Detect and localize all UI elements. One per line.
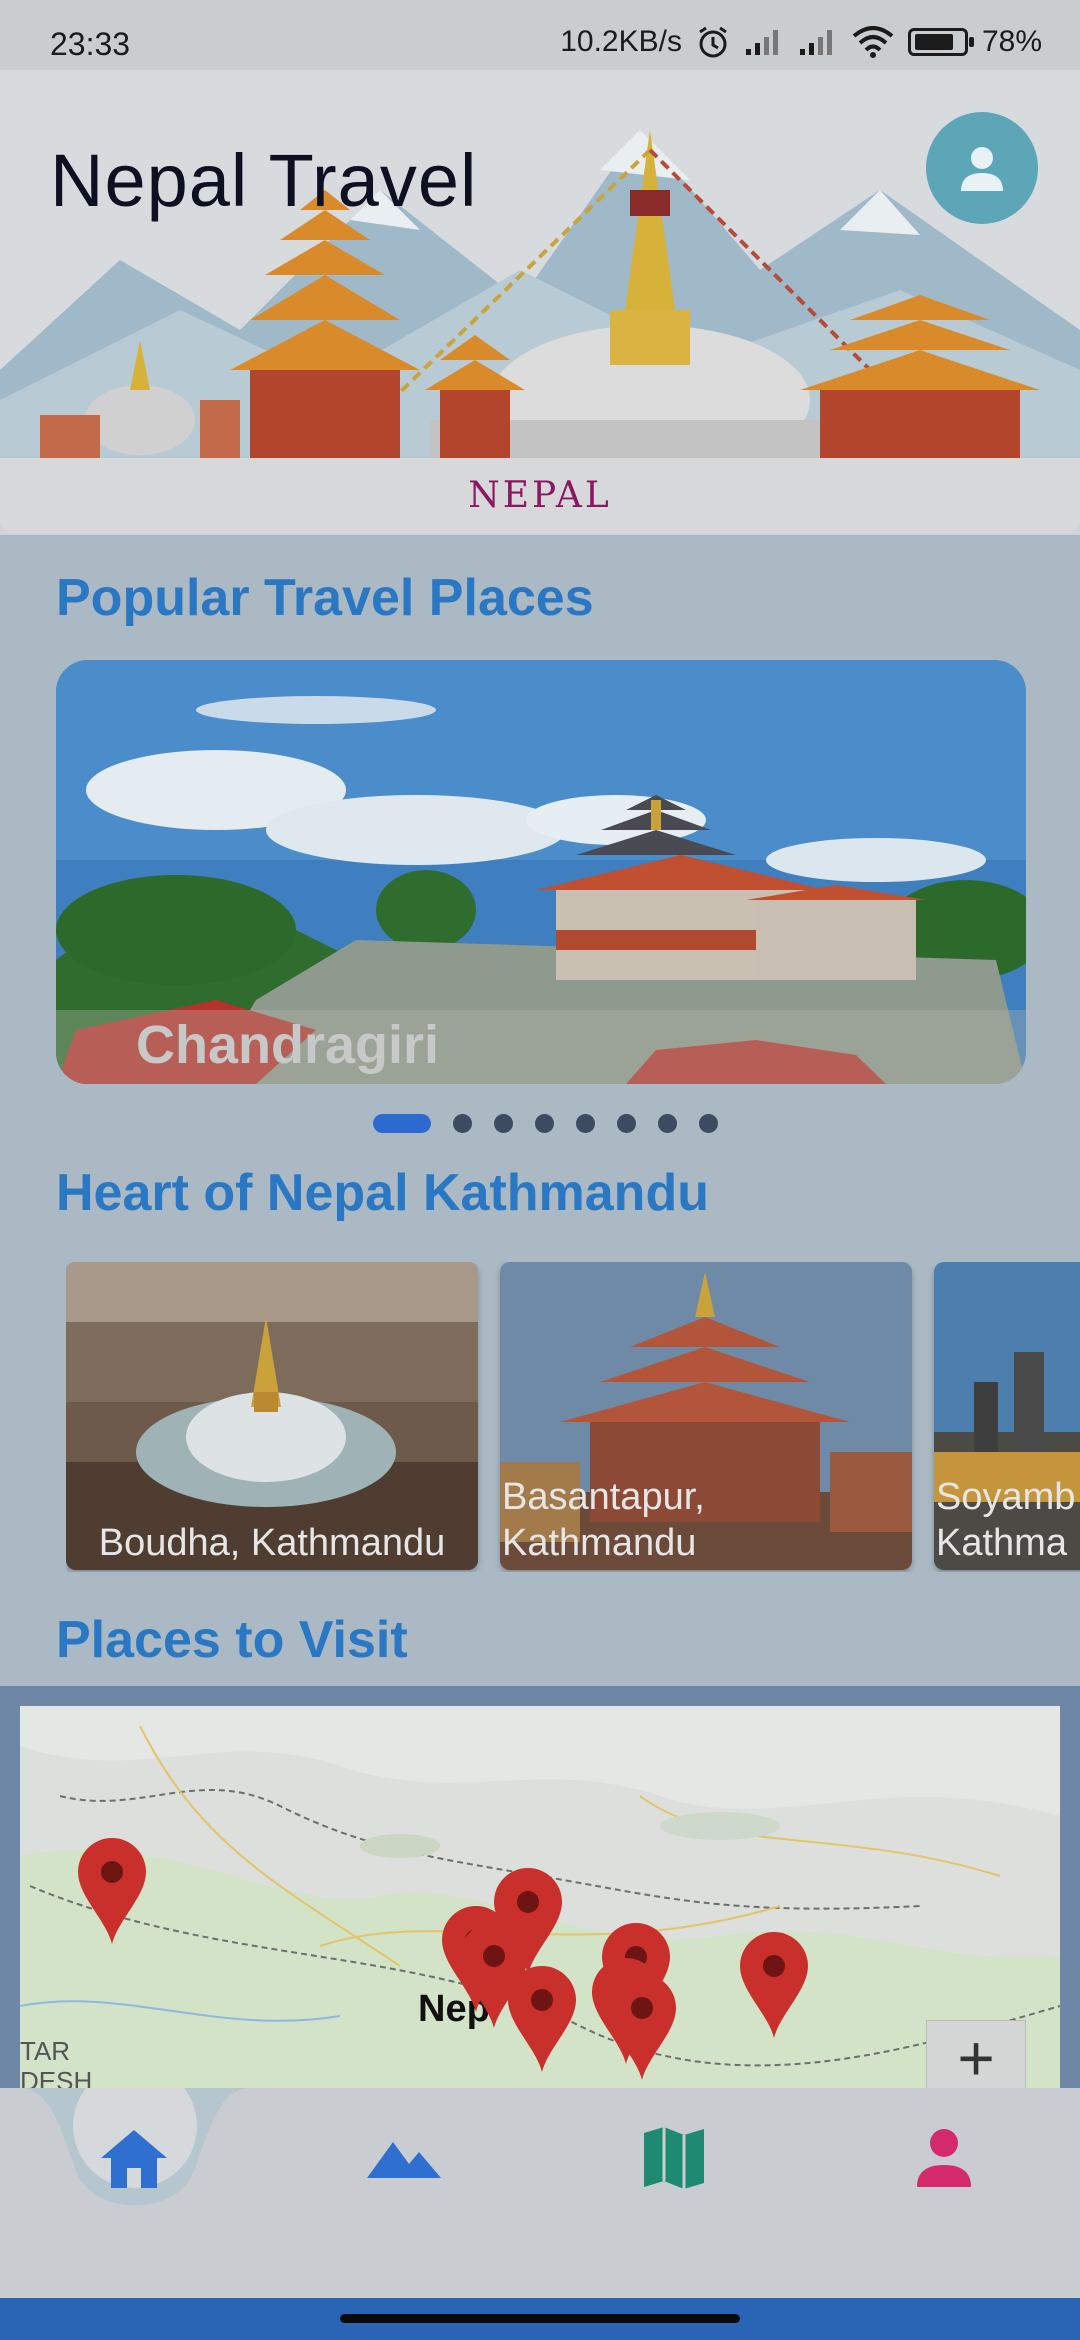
nav-map[interactable]	[604, 2088, 744, 2228]
place-card-label: Soyamb Kathma	[936, 1476, 1076, 1564]
signal-icon	[745, 30, 778, 55]
map-pin-icon[interactable]	[738, 1930, 810, 2040]
places-map[interactable]: Nep TAR DESH +	[20, 1706, 1060, 2096]
bottom-navigation	[0, 2088, 1080, 2298]
person-icon	[961, 147, 1003, 191]
nav-home[interactable]	[64, 2088, 204, 2228]
places-section-title: Places to Visit	[56, 1611, 408, 1669]
person-icon	[917, 2129, 971, 2187]
carousel-dot[interactable]	[616, 1113, 636, 1133]
carousel-dot[interactable]	[657, 1113, 677, 1133]
status-bar: 23:33 10.2KB/s 78%	[0, 0, 1080, 70]
kathmandu-section-title: Heart of Nepal Kathmandu	[56, 1164, 709, 1222]
popular-section-title: Popular Travel Places	[56, 569, 594, 627]
map-icon	[644, 2127, 704, 2189]
carousel-dot[interactable]	[493, 1113, 513, 1133]
map-pin-icon[interactable]	[606, 1972, 678, 2082]
map-region-label-1: TAR	[20, 2036, 71, 2066]
profile-button[interactable]	[926, 112, 1038, 224]
nepal-label-strip: NEPAL	[0, 458, 1080, 534]
map-zoom-in-button[interactable]: +	[926, 2020, 1026, 2096]
home-icon	[101, 2130, 167, 2188]
carousel-dot-active[interactable]	[372, 1113, 431, 1133]
system-gesture-bar	[0, 2298, 1080, 2340]
alarm-icon	[699, 26, 727, 58]
battery-percent: 78%	[981, 25, 1042, 58]
mountain-icon	[367, 2142, 441, 2178]
carousel-dot[interactable]	[698, 1113, 718, 1133]
place-card-label: Boudha, Kathmandu	[98, 1522, 446, 1564]
nepal-banner-illustration	[0, 70, 1080, 460]
nav-places[interactable]	[334, 2088, 474, 2228]
status-time: 23:33	[50, 26, 131, 62]
signal-icon-2	[799, 30, 832, 55]
carousel-dot[interactable]	[452, 1113, 472, 1133]
app-header: Nepal Travel NEPAL	[0, 70, 1080, 535]
network-speed: 10.2KB/s	[560, 25, 682, 58]
place-card-basantapur[interactable]: Basantapur, Kathmandu	[500, 1262, 912, 1570]
nav-profile[interactable]	[874, 2088, 1014, 2228]
battery-icon	[907, 28, 974, 56]
popular-carousel[interactable]: Chandragiri	[56, 660, 1026, 1084]
map-pin-icon[interactable]	[76, 1836, 148, 1946]
map-pin-icon[interactable]	[506, 1964, 578, 2074]
carousel-indicator	[0, 1110, 1080, 1136]
map-container: Nep TAR DESH +	[0, 1686, 1080, 2096]
carousel-caption: Chandragiri	[136, 1015, 440, 1075]
status-icons: 10.2KB/s 78%	[560, 22, 1042, 62]
kathmandu-card-list[interactable]: Boudha, Kathmandu Basantapur, Kathmandu …	[66, 1262, 1080, 1572]
gesture-handle[interactable]	[340, 2314, 740, 2323]
place-card-label: Basantapur, Kathmandu	[502, 1476, 705, 1564]
place-card-soyambhu[interactable]: Soyamb Kathma	[934, 1262, 1080, 1570]
wifi-icon	[852, 26, 894, 58]
nepal-label: NEPAL	[468, 475, 612, 516]
place-card-boudha[interactable]: Boudha, Kathmandu	[66, 1262, 478, 1570]
carousel-dot[interactable]	[575, 1113, 595, 1133]
carousel-dot[interactable]	[534, 1113, 554, 1133]
app-title: Nepal Travel	[50, 139, 478, 222]
